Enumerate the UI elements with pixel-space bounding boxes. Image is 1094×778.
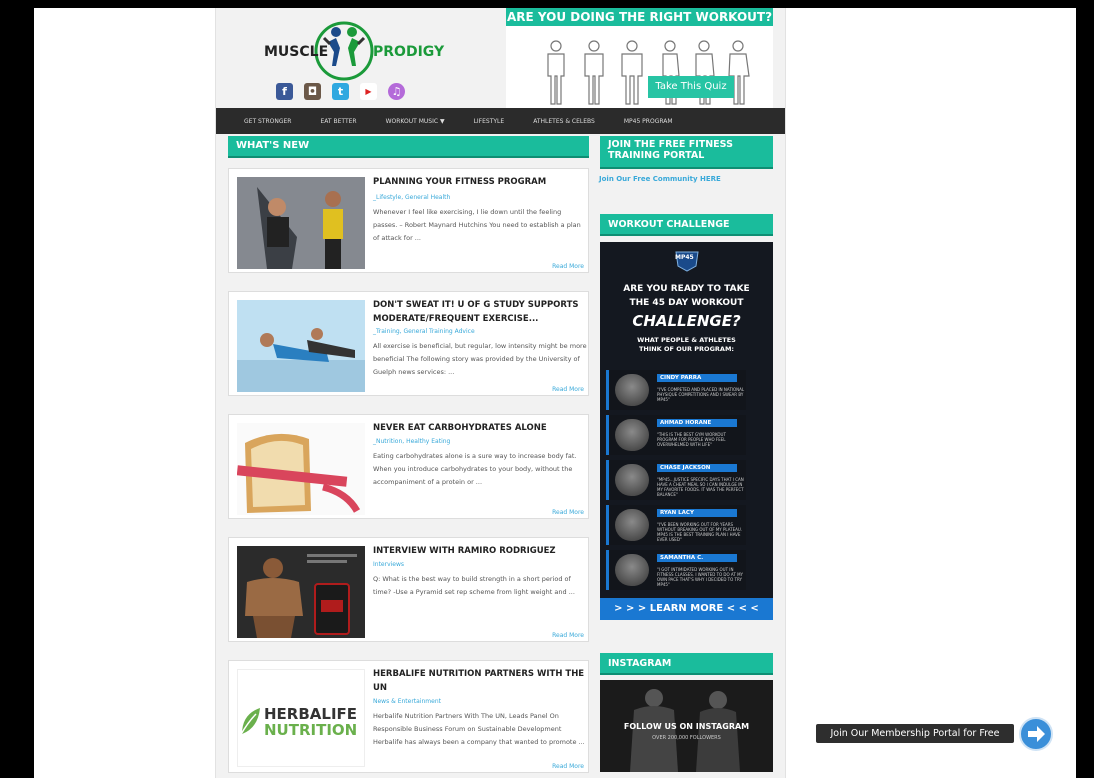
browser-viewport: MUSCLE PRODIGY f ◘ t ▶ ♫ ARE YOU DOING T… xyxy=(34,8,1076,778)
testimonial-quote: "I GOT INTIMIDATED WORKING OUT IN FITNES… xyxy=(657,567,743,587)
challenge-line5: THINK OF OUR PROGRAM: xyxy=(638,345,735,353)
post-excerpt: Eating carbohydrates alone is a sure way… xyxy=(373,452,577,486)
post-excerpt: Herbalife Nutrition Partners With The UN… xyxy=(373,712,585,746)
main-nav: GET STRONGER EAT BETTER WORKOUT MUSIC ▼ … xyxy=(216,108,785,134)
facebook-icon[interactable]: f xyxy=(276,83,293,100)
post-categories[interactable]: _Training, General Training Advice xyxy=(373,328,475,335)
testimonial-avatar xyxy=(615,419,649,451)
nav-item-lifestyle[interactable]: LIFESTYLE xyxy=(474,118,505,125)
challenge-line3: CHALLENGE? xyxy=(632,312,741,330)
post-card: NEVER EAT CARBOHYDRATES ALONE _Nutrition… xyxy=(228,414,589,519)
testimonial-card: RYAN LACY "I'VE BEEN WORKING OUT FOR YEA… xyxy=(606,505,746,545)
post-card: DON'T SWEAT IT! U OF G STUDY SUPPORTS MO… xyxy=(228,291,589,396)
post-categories[interactable]: Interviews xyxy=(373,561,404,568)
testimonial-quote: "I'VE BEEN WORKING OUT FOR YEARS WITHOUT… xyxy=(657,522,743,542)
post-card: HERBALIFE NUTRITION HERBALIFE NUTRITION … xyxy=(228,660,589,773)
read-more-link[interactable]: Read More xyxy=(552,263,584,270)
testimonial-name: SAMANTHA C. xyxy=(657,554,737,562)
testimonial-name: AHMAD HORANE xyxy=(657,419,737,427)
testimonial-name: CINDY PARRA xyxy=(657,374,737,382)
whats-new-heading: WHAT'S NEW xyxy=(228,136,589,158)
social-icons: f ◘ t ▶ ♫ xyxy=(276,83,405,100)
challenge-line2: THE 45 DAY WORKOUT xyxy=(629,298,744,308)
post-title[interactable]: DON'T SWEAT IT! U OF G STUDY SUPPORTS MO… xyxy=(373,298,585,326)
leaf-icon xyxy=(240,708,260,736)
nav-item-eat-better[interactable]: EAT BETTER xyxy=(320,118,356,125)
itunes-icon[interactable]: ♫ xyxy=(388,83,405,100)
post-categories[interactable]: _Nutrition, Healthy Eating xyxy=(373,438,450,445)
twitter-icon[interactable]: t xyxy=(332,83,349,100)
read-more-link[interactable]: Read More xyxy=(552,632,584,639)
nav-item-mp45-program[interactable]: MP45 PROGRAM xyxy=(624,118,673,125)
workout-challenge-title: WORKOUT CHALLENGE xyxy=(600,214,773,236)
post-categories[interactable]: News & Entertainment xyxy=(373,698,441,705)
testimonial-card: CHASE JACKSON "MP45...JUSTICE SPECIFIC D… xyxy=(606,460,746,500)
take-quiz-button[interactable]: Take This Quiz xyxy=(648,76,734,98)
post-title[interactable]: HERBALIFE NUTRITION PARTNERS WITH THE UN xyxy=(373,667,585,695)
testimonial-card: AHMAD HORANE "THIS IS THE BEST GYM WORKO… xyxy=(606,415,746,455)
read-more-link[interactable]: Read More xyxy=(552,763,584,770)
login-arrow-icon[interactable] xyxy=(1019,717,1053,751)
post-card: INTERVIEW WITH RAMIRO RODRIGUEZ Intervie… xyxy=(228,537,589,642)
nav-item-get-stronger[interactable]: GET STRONGER xyxy=(244,118,291,125)
site-logo[interactable]: MUSCLE PRODIGY xyxy=(264,18,444,88)
testimonial-card: SAMANTHA C. "I GOT INTIMIDATED WORKING O… xyxy=(606,550,746,590)
testimonial-name: CHASE JACKSON xyxy=(657,464,737,472)
logo-word-muscle: MUSCLE xyxy=(264,44,329,60)
challenge-line1: ARE YOU READY TO TAKE xyxy=(623,284,750,294)
instagram-icon[interactable]: ◘ xyxy=(304,83,321,100)
post-thumbnail[interactable] xyxy=(237,546,365,638)
instagram-widget-title: INSTAGRAM xyxy=(600,653,773,675)
post-excerpt: Whenever I feel like exercising, I lie d… xyxy=(373,208,581,242)
nutrition-wordmark: NUTRITION xyxy=(264,721,358,739)
read-more-link[interactable]: Read More xyxy=(552,509,584,516)
post-thumbnail[interactable] xyxy=(237,300,365,392)
instagram-follow-text: FOLLOW US ON INSTAGRAM xyxy=(623,722,750,731)
mp45-badge-text: MP45 xyxy=(675,254,694,261)
challenge-line4: WHAT PEOPLE & ATHLETES xyxy=(637,336,736,344)
testimonial-avatar xyxy=(615,464,649,496)
instagram-followers-text: OVER 200,000 FOLLOWERS xyxy=(652,735,721,741)
nav-item-athletes-celebs[interactable]: ATHLETES & CELEBS xyxy=(533,118,595,125)
nav-item-workout-music[interactable]: WORKOUT MUSIC ▼ xyxy=(386,118,445,125)
post-categories[interactable]: _Lifestyle, General Health xyxy=(373,194,450,201)
read-more-link[interactable]: Read More xyxy=(552,386,584,393)
quiz-banner[interactable]: ARE YOU DOING THE RIGHT WORKOUT? Take Th… xyxy=(506,8,773,108)
post-excerpt: All exercise is beneficial, but regular,… xyxy=(373,342,587,376)
testimonial-avatar xyxy=(615,509,649,541)
workout-challenge-ad[interactable]: MP45 ARE YOU READY TO TAKE THE 45 DAY WO… xyxy=(600,242,773,620)
testimonial-quote: "I'VE COMPETED AND PLACED IN NATIONAL PH… xyxy=(657,387,745,402)
post-card: PLANNING YOUR FITNESS PROGRAM _Lifestyle… xyxy=(228,168,589,273)
post-thumbnail[interactable] xyxy=(237,177,365,269)
post-thumbnail[interactable] xyxy=(237,423,365,515)
join-community-link[interactable]: Join Our Free Community HERE xyxy=(599,175,721,183)
testimonial-card: CINDY PARRA "I'VE COMPETED AND PLACED IN… xyxy=(606,370,746,410)
post-title[interactable]: PLANNING YOUR FITNESS PROGRAM xyxy=(373,175,585,189)
membership-portal-prompt[interactable]: Join Our Membership Portal for Free xyxy=(816,724,1014,743)
testimonial-name: RYAN LACY xyxy=(657,509,737,517)
post-title[interactable]: INTERVIEW WITH RAMIRO RODRIGUEZ xyxy=(373,544,585,558)
instagram-banner[interactable]: FOLLOW US ON INSTAGRAM OVER 200,000 FOLL… xyxy=(600,680,773,772)
youtube-icon[interactable]: ▶ xyxy=(360,83,377,100)
post-excerpt: Q: What is the best way to build strengt… xyxy=(373,575,575,596)
quiz-banner-title: ARE YOU DOING THE RIGHT WORKOUT? xyxy=(506,8,773,26)
logo-word-prodigy: PRODIGY xyxy=(373,44,445,60)
testimonial-quote: "MP45...JUSTICE SPECIFIC DAYS THAT I CAN… xyxy=(657,477,744,497)
learn-more-button[interactable]: > > > LEARN MORE < < < xyxy=(600,598,773,620)
post-title[interactable]: NEVER EAT CARBOHYDRATES ALONE xyxy=(373,421,585,435)
herbalife-wordmark: HERBALIFE xyxy=(264,705,358,723)
testimonial-avatar xyxy=(615,554,649,586)
portal-widget-title: JOIN THE FREE FITNESS TRAINING PORTAL xyxy=(600,136,773,169)
testimonial-avatar xyxy=(615,374,649,406)
website-container: MUSCLE PRODIGY f ◘ t ▶ ♫ ARE YOU DOING T… xyxy=(215,8,786,778)
testimonial-quote: "THIS IS THE BEST GYM WORKOUT PROGRAM FO… xyxy=(657,432,726,447)
herbalife-logo-thumbnail[interactable]: HERBALIFE NUTRITION xyxy=(237,669,365,767)
